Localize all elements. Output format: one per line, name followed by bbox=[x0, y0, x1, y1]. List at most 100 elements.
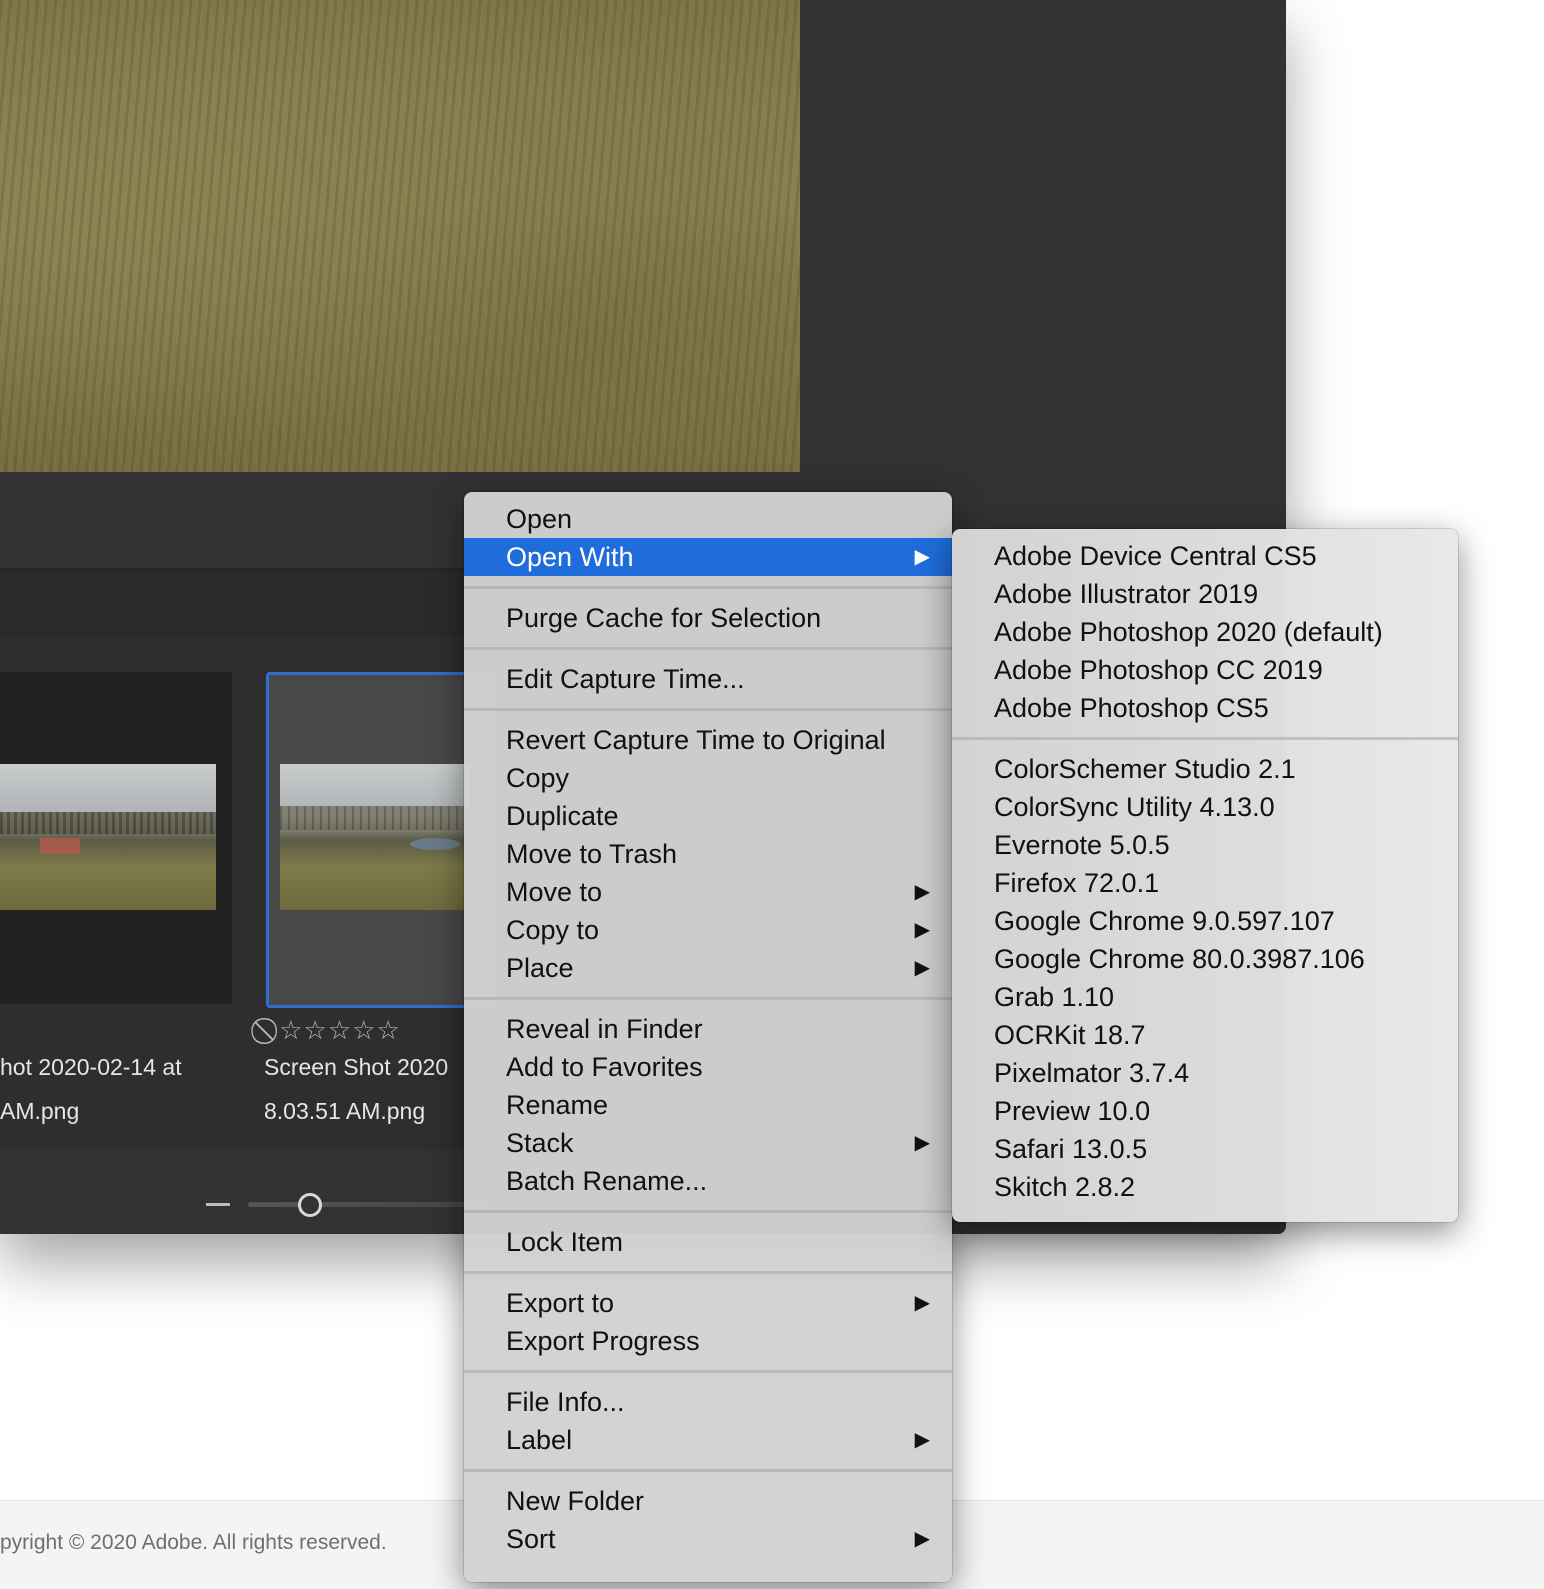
menu-item-stack[interactable]: Stack ▶ bbox=[464, 1124, 952, 1162]
menu-item-lock-item[interactable]: Lock Item bbox=[464, 1223, 952, 1261]
menu-item-sort[interactable]: Sort ▶ bbox=[464, 1520, 952, 1558]
open-with-app-item[interactable]: ColorSchemer Studio 2.1 bbox=[952, 750, 1458, 788]
menu-item-label: Batch Rename... bbox=[506, 1166, 708, 1196]
thumbnail-size-minus-icon[interactable] bbox=[206, 1203, 230, 1206]
reject-icon[interactable]: ⃠ bbox=[270, 1015, 271, 1045]
menu-item-duplicate[interactable]: Duplicate bbox=[464, 797, 952, 835]
thumbnail-image-detail bbox=[410, 838, 460, 850]
submenu-arrow-icon: ▶ bbox=[914, 957, 930, 979]
menu-item-label: Export to bbox=[506, 1288, 615, 1318]
submenu-arrow-icon: ▶ bbox=[914, 881, 930, 903]
menu-item-copy[interactable]: Copy bbox=[464, 759, 952, 797]
menu-item-copy-to[interactable]: Copy to ▶ bbox=[464, 911, 952, 949]
menu-item-label: Move to Trash bbox=[506, 839, 678, 869]
thumbnail-image-detail bbox=[40, 838, 80, 854]
thumbnail-filename[interactable]: Screen Shot 2020 bbox=[264, 1052, 448, 1082]
menu-item-label: Reveal in Finder bbox=[506, 1014, 703, 1044]
menu-item-label: Duplicate bbox=[506, 801, 619, 831]
menu-separator bbox=[464, 1200, 952, 1223]
thumbnail-size-slider[interactable] bbox=[248, 1202, 488, 1207]
menu-separator bbox=[464, 1459, 952, 1482]
menu-item-file-info[interactable]: File Info... bbox=[464, 1383, 952, 1421]
open-with-app-item[interactable]: Firefox 72.0.1 bbox=[952, 864, 1458, 902]
menu-item-open-with[interactable]: Open With ▶ bbox=[464, 538, 952, 576]
open-with-app-item[interactable]: Skitch 2.8.2 bbox=[952, 1168, 1458, 1206]
menu-item-label: Revert Capture Time to Original bbox=[506, 725, 886, 755]
open-with-app-item[interactable]: Adobe Photoshop CC 2019 bbox=[952, 651, 1458, 689]
open-with-app-item[interactable]: Evernote 5.0.5 bbox=[952, 826, 1458, 864]
thumbnail-image[interactable] bbox=[280, 764, 470, 910]
open-with-app-item[interactable]: Adobe Illustrator 2019 bbox=[952, 575, 1458, 613]
star-rating[interactable]: ☆☆☆☆☆ bbox=[279, 1015, 401, 1045]
open-with-app-item[interactable]: ColorSync Utility 4.13.0 bbox=[952, 788, 1458, 826]
menu-item-export-progress[interactable]: Export Progress bbox=[464, 1322, 952, 1360]
menu-item-label: Purge Cache for Selection bbox=[506, 603, 822, 633]
menu-item-open[interactable]: Open bbox=[464, 500, 952, 538]
menu-item-label: Edit Capture Time... bbox=[506, 664, 745, 694]
thumbnail-image[interactable] bbox=[0, 764, 216, 910]
menu-item-batch-rename[interactable]: Batch Rename... bbox=[464, 1162, 952, 1200]
thumbnail-filename[interactable]: hot 2020-02-14 at bbox=[0, 1052, 182, 1082]
menu-item-label: Copy bbox=[506, 763, 570, 793]
menu-item-rename[interactable]: Rename bbox=[464, 1086, 952, 1124]
menu-item-label: New Folder bbox=[506, 1486, 645, 1516]
open-with-app-item[interactable]: Adobe Photoshop 2020 (default) bbox=[952, 613, 1458, 651]
menu-item-label: Open bbox=[506, 504, 573, 534]
preview-image bbox=[0, 0, 800, 472]
open-with-app-item[interactable]: Safari 13.0.5 bbox=[952, 1130, 1458, 1168]
open-with-submenu: Adobe Device Central CS5 Adobe Illustrato… bbox=[952, 529, 1458, 1222]
submenu-arrow-icon: ▶ bbox=[914, 919, 930, 941]
menu-separator bbox=[952, 727, 1458, 750]
open-with-app-item[interactable]: Adobe Device Central CS5 bbox=[952, 537, 1458, 575]
menu-item-label: Sort bbox=[506, 1524, 556, 1554]
context-menu: Open Open With ▶ Purge Cache for Selection E… bbox=[464, 492, 952, 1582]
open-with-app-item[interactable]: Google Chrome 80.0.3987.106 bbox=[952, 940, 1458, 978]
menu-item-revert-capture-time-to-original[interactable]: Revert Capture Time to Original bbox=[464, 721, 952, 759]
menu-item-label: Rename bbox=[506, 1090, 609, 1120]
menu-item-purge-cache-for-selection[interactable]: Purge Cache for Selection bbox=[464, 599, 952, 637]
menu-item-label: Export Progress bbox=[506, 1326, 700, 1356]
open-with-app-item[interactable]: Adobe Photoshop CS5 bbox=[952, 689, 1458, 727]
thumbnail-filename[interactable]: 8.03.51 AM.png bbox=[264, 1096, 425, 1126]
menu-item-edit-capture-time[interactable]: Edit Capture Time... bbox=[464, 660, 952, 698]
menu-item-label: Label bbox=[506, 1425, 573, 1455]
menu-item-label: Lock Item bbox=[506, 1227, 624, 1257]
submenu-arrow-icon: ▶ bbox=[914, 1528, 930, 1550]
menu-item-label[interactable]: Label ▶ bbox=[464, 1421, 952, 1459]
submenu-arrow-icon: ▶ bbox=[914, 1429, 930, 1451]
menu-item-move-to-trash[interactable]: Move to Trash bbox=[464, 835, 952, 873]
menu-item-add-to-favorites[interactable]: Add to Favorites bbox=[464, 1048, 952, 1086]
thumbnail-image-detail bbox=[280, 806, 470, 830]
menu-item-place[interactable]: Place ▶ bbox=[464, 949, 952, 987]
thumbnail-image-detail bbox=[0, 812, 216, 834]
open-with-app-item[interactable]: OCRKit 18.7 bbox=[952, 1016, 1458, 1054]
menu-item-label: Stack bbox=[506, 1128, 574, 1158]
menu-item-new-folder[interactable]: New Folder bbox=[464, 1482, 952, 1520]
open-with-app-item[interactable]: Grab 1.10 bbox=[952, 978, 1458, 1016]
menu-separator bbox=[464, 698, 952, 721]
submenu-arrow-icon: ▶ bbox=[914, 1292, 930, 1314]
thumbnail-filename[interactable]: AM.png bbox=[0, 1096, 79, 1126]
menu-item-label: Copy to bbox=[506, 915, 600, 945]
menu-item-reveal-in-finder[interactable]: Reveal in Finder bbox=[464, 1010, 952, 1048]
open-with-app-item[interactable]: Google Chrome 9.0.597.107 bbox=[952, 902, 1458, 940]
submenu-arrow-icon: ▶ bbox=[914, 546, 930, 568]
menu-separator bbox=[464, 987, 952, 1010]
rating-row[interactable]: ⃠ ☆☆☆☆☆ bbox=[270, 1016, 401, 1044]
menu-item-label: Place bbox=[506, 953, 574, 983]
menu-separator bbox=[464, 1360, 952, 1383]
menu-item-export-to[interactable]: Export to ▶ bbox=[464, 1284, 952, 1322]
menu-item-label: File Info... bbox=[506, 1387, 625, 1417]
menu-item-label: Move to bbox=[506, 877, 603, 907]
open-with-app-item[interactable]: Preview 10.0 bbox=[952, 1092, 1458, 1130]
menu-item-move-to[interactable]: Move to ▶ bbox=[464, 873, 952, 911]
open-with-app-item[interactable]: Pixelmator 3.7.4 bbox=[952, 1054, 1458, 1092]
menu-separator bbox=[464, 1261, 952, 1284]
submenu-arrow-icon: ▶ bbox=[914, 1132, 930, 1154]
copyright-text: pyright © 2020 Adobe. All rights reserve… bbox=[0, 1531, 387, 1554]
menu-separator bbox=[464, 576, 952, 599]
menu-item-label: Add to Favorites bbox=[506, 1052, 703, 1082]
thumbnail-size-slider-knob[interactable] bbox=[298, 1193, 322, 1217]
menu-item-label: Open With bbox=[506, 542, 634, 572]
menu-separator bbox=[464, 637, 952, 660]
